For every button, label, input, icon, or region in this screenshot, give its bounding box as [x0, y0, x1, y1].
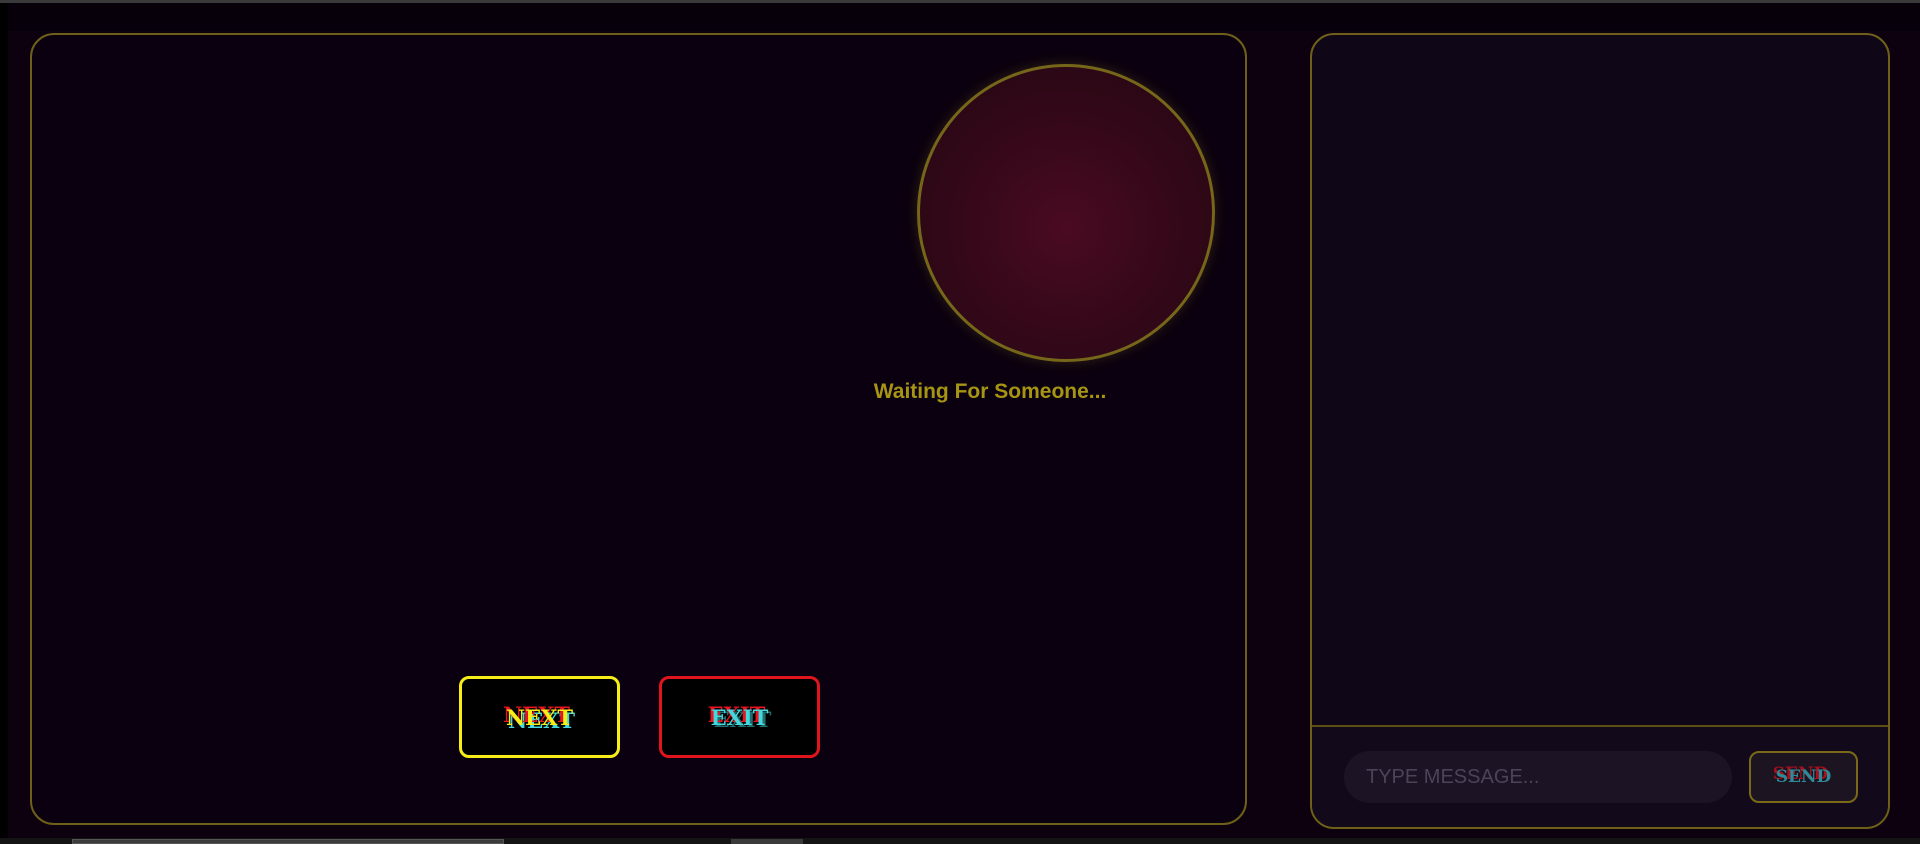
- exit-button-label: EXIT: [710, 704, 769, 730]
- exit-button[interactable]: EXIT: [659, 676, 820, 758]
- next-button[interactable]: NEXT: [459, 676, 620, 758]
- chat-panel: SEND: [1310, 33, 1890, 829]
- waiting-status-text: Waiting For Someone...: [873, 380, 1107, 403]
- next-button-label: NEXT: [505, 704, 574, 730]
- remote-video-circle: [917, 64, 1215, 362]
- message-input[interactable]: [1344, 751, 1732, 803]
- top-band: [0, 3, 1920, 31]
- scrollbar-thumb[interactable]: [72, 839, 504, 844]
- chat-footer: SEND: [1312, 727, 1888, 827]
- left-edge: [0, 3, 8, 838]
- scrollbar-segment: [731, 839, 803, 844]
- send-button-label: SEND: [1775, 767, 1832, 787]
- send-button[interactable]: SEND: [1749, 751, 1858, 803]
